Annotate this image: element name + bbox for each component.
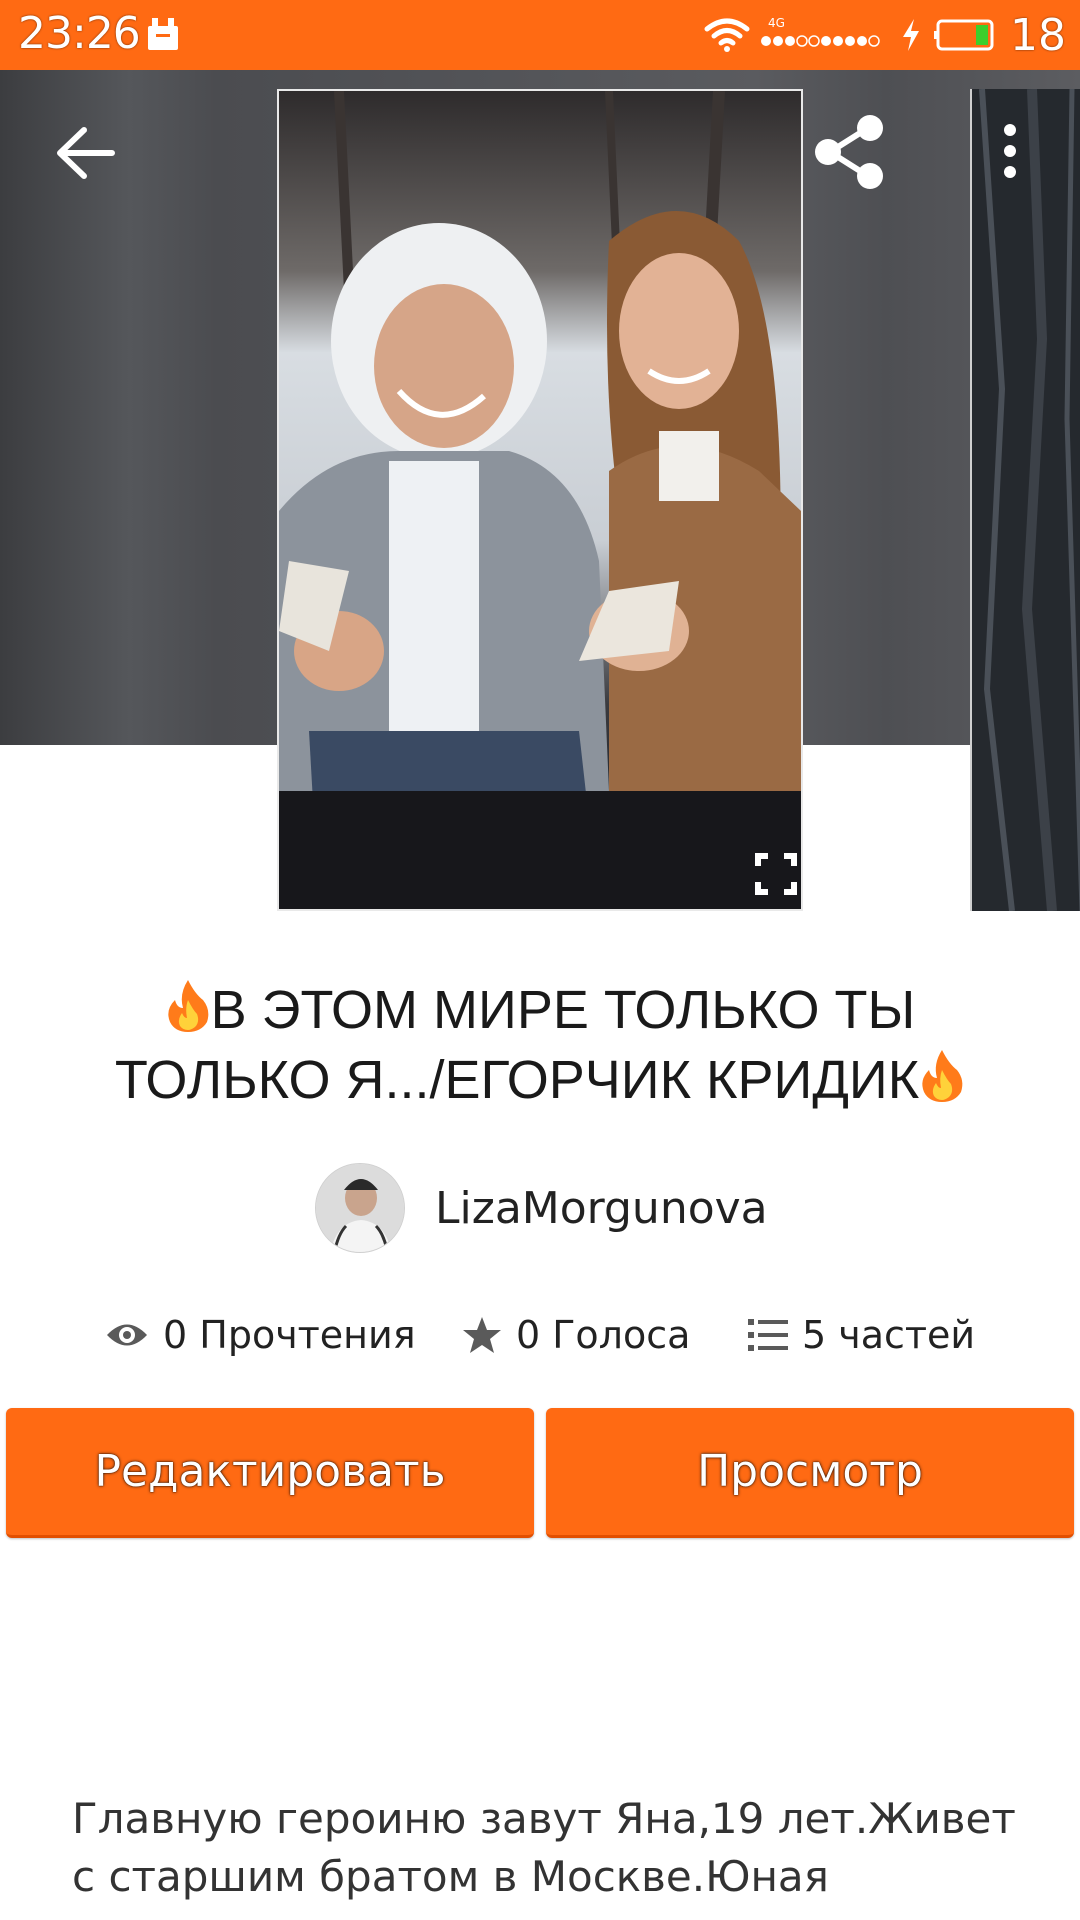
story-cover-image bbox=[279, 91, 801, 909]
title-text-1: В ЭТОМ МИРЕ ТОЛЬКО ТЫ bbox=[210, 980, 916, 1040]
next-cover-image bbox=[972, 89, 1080, 911]
author-row[interactable]: LizaMorgunova bbox=[315, 1162, 768, 1254]
parts-count: 5 частей bbox=[802, 1313, 976, 1357]
charging-icon bbox=[903, 19, 919, 51]
reads-stat: 0 Прочтения bbox=[105, 1305, 416, 1365]
story-stats: 0 Прочтения 0 Голоса 5 частей bbox=[0, 1305, 1080, 1365]
signal-dots-icon: 4G bbox=[761, 16, 880, 47]
eye-icon bbox=[107, 1324, 147, 1346]
status-bar: 23:26 4G 18 bbox=[0, 0, 1080, 70]
story-title-line-1: В ЭТОМ МИРЕ ТОЛЬКО ТЫ bbox=[40, 975, 1040, 1045]
avatar-image bbox=[316, 1164, 404, 1252]
next-cover-preview[interactable] bbox=[970, 89, 1080, 911]
battery-level: 18 bbox=[1010, 9, 1066, 61]
star-icon bbox=[463, 1317, 501, 1353]
votes-count: 0 Голоса bbox=[516, 1313, 691, 1357]
story-title: В ЭТОМ МИРЕ ТОЛЬКО ТЫ ТОЛЬКО Я.../ЕГОРЧИ… bbox=[40, 975, 1040, 1115]
author-name[interactable]: LizaMorgunova bbox=[435, 1183, 768, 1234]
story-title-line-2: ТОЛЬКО Я.../ЕГОРЧИК КРИДИК bbox=[40, 1045, 1040, 1115]
fire-emoji-icon bbox=[167, 980, 208, 1032]
title-text-2: ТОЛЬКО Я.../ЕГОРЧИК КРИДИК bbox=[114, 1050, 920, 1110]
fullscreen-icon[interactable] bbox=[752, 850, 800, 898]
share-icon[interactable] bbox=[810, 112, 890, 192]
votes-stat: 0 Голоса bbox=[462, 1305, 690, 1365]
fire-emoji-icon bbox=[922, 1050, 963, 1102]
story-details-screen: 23:26 4G 18 В ЭТОМ МИРЕ ТОЛЬКО ТЫ ТОЛЬКО… bbox=[0, 0, 1080, 1920]
parts-stat: 5 частей bbox=[748, 1305, 975, 1365]
status-indicators: 4G 18 bbox=[704, 9, 1066, 61]
view-button[interactable]: Просмотр bbox=[546, 1408, 1074, 1538]
more-vertical-icon[interactable] bbox=[990, 118, 1030, 188]
edit-button[interactable]: Редактировать bbox=[6, 1408, 534, 1538]
reads-count: 0 Прочтения bbox=[163, 1313, 416, 1357]
list-icon bbox=[748, 1319, 788, 1351]
svg-text:4G: 4G bbox=[768, 16, 785, 30]
notification-icon bbox=[148, 18, 178, 50]
story-description: Главную героиню завут Яна,19 лет.Живет с… bbox=[72, 1794, 1016, 1920]
story-cover[interactable] bbox=[277, 89, 803, 911]
battery-icon bbox=[934, 19, 994, 51]
avatar[interactable] bbox=[315, 1163, 405, 1253]
back-arrow-icon[interactable] bbox=[50, 118, 120, 188]
wifi-icon bbox=[704, 18, 750, 52]
status-time: 23:26 bbox=[18, 8, 141, 59]
